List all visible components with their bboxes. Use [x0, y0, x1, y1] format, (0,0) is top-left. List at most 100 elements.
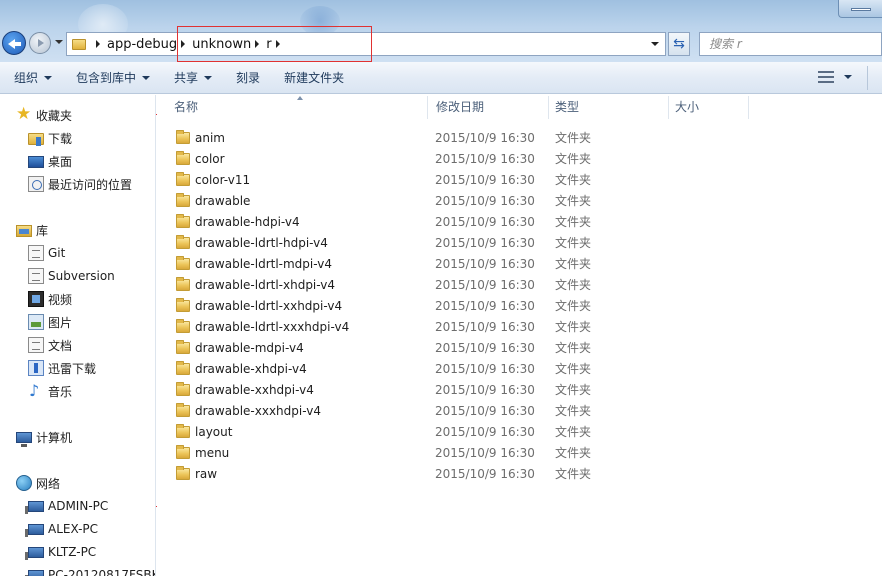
- file-type: 文件夹: [555, 131, 592, 145]
- sidebar-item-thunder-downloads[interactable]: 迅雷下载: [28, 357, 96, 379]
- folder-icon: [176, 193, 190, 207]
- column-header-size[interactable]: 大小: [658, 95, 738, 120]
- file-name: layout: [195, 425, 233, 439]
- music-icon: [28, 381, 44, 400]
- sidebar-item-music[interactable]: 音乐: [28, 380, 72, 402]
- table-row[interactable]: menu 2015/10/9 16:30 文件夹: [157, 443, 882, 464]
- sort-ascending-icon: [297, 96, 303, 100]
- search-input[interactable]: 搜索 r: [699, 32, 882, 56]
- file-modified-date: 2015/10/9 16:30: [435, 320, 535, 334]
- table-row[interactable]: anim 2015/10/9 16:30 文件夹: [157, 128, 882, 149]
- sidebar-item-network-host[interactable]: KLTZ-PC: [25, 541, 96, 563]
- table-row[interactable]: drawable-ldrtl-hdpi-v4 2015/10/9 16:30 文件夹: [157, 233, 882, 254]
- table-row[interactable]: color 2015/10/9 16:30 文件夹: [157, 149, 882, 170]
- folder-icon: [176, 151, 190, 165]
- table-row[interactable]: drawable-mdpi-v4 2015/10/9 16:30 文件夹: [157, 338, 882, 359]
- sidebar-item-git[interactable]: Git: [28, 242, 65, 264]
- file-modified-date: 2015/10/9 16:30: [435, 215, 535, 229]
- sidebar-item-computer[interactable]: 计算机: [16, 426, 72, 448]
- network-computer-icon: [25, 501, 44, 514]
- refresh-button[interactable]: ⇆: [668, 32, 690, 56]
- table-row[interactable]: drawable 2015/10/9 16:30 文件夹: [157, 191, 882, 212]
- sidebar-item-network[interactable]: 网络: [16, 472, 60, 494]
- desktop-icon: [28, 155, 44, 168]
- back-button[interactable]: [2, 31, 26, 55]
- table-row[interactable]: drawable-hdpi-v4 2015/10/9 16:30 文件夹: [157, 212, 882, 233]
- table-row[interactable]: color-v11 2015/10/9 16:30 文件夹: [157, 170, 882, 191]
- table-row[interactable]: drawable-xhdpi-v4 2015/10/9 16:30 文件夹: [157, 359, 882, 380]
- breadcrumb-chevron-icon[interactable]: [181, 40, 186, 48]
- file-type: 文件夹: [555, 236, 592, 250]
- sidebar-item-desktop[interactable]: 桌面: [28, 150, 72, 172]
- sidebar-item-videos[interactable]: 视频: [28, 288, 72, 310]
- column-header-modified[interactable]: 修改日期: [419, 95, 547, 120]
- picture-icon: [28, 314, 44, 330]
- view-dropdown-chevron-icon[interactable]: [844, 75, 852, 79]
- breadcrumb-item[interactable]: unknown: [192, 37, 251, 52]
- table-row[interactable]: drawable-ldrtl-xxhdpi-v4 2015/10/9 16:30 文…: [157, 296, 882, 317]
- file-modified-date: 2015/10/9 16:30: [435, 299, 535, 313]
- sidebar-item-label: 计算机: [36, 430, 73, 445]
- chevron-down-icon: [44, 75, 53, 80]
- file-name: drawable-mdpi-v4: [195, 341, 304, 355]
- folder-icon: [176, 319, 190, 333]
- command-bar: 组织 包含到库中 共享 刻录 新建文件夹: [0, 62, 882, 94]
- file-modified-date: 2015/10/9 16:30: [435, 404, 535, 418]
- sidebar-item-documents[interactable]: 文档: [28, 334, 72, 356]
- navigation-pane: 收藏夹 下载 桌面 最近访问的位置 库 Git Subversion 视频 图片…: [0, 95, 156, 576]
- sidebar-item-subversion[interactable]: Subversion: [28, 265, 115, 287]
- file-name: drawable-ldrtl-hdpi-v4: [195, 236, 328, 250]
- table-row[interactable]: drawable-ldrtl-mdpi-v4 2015/10/9 16:30 文件夹: [157, 254, 882, 275]
- include-library-label: 包含到库中: [76, 71, 137, 85]
- breadcrumb-item[interactable]: r: [266, 37, 271, 52]
- sidebar-item-downloads[interactable]: 下载: [28, 127, 72, 149]
- breadcrumb-chevron-icon[interactable]: [275, 40, 280, 48]
- table-row[interactable]: raw 2015/10/9 16:30 文件夹: [157, 464, 882, 485]
- computer-icon: [16, 432, 32, 447]
- breadcrumb-item[interactable]: app-debug: [107, 37, 177, 52]
- organize-button[interactable]: 组织: [0, 62, 62, 93]
- sidebar-item-label: 迅雷下载: [48, 361, 97, 376]
- minimize-icon: [851, 8, 871, 11]
- view-options-icon[interactable]: [818, 70, 834, 84]
- table-row[interactable]: drawable-ldrtl-xhdpi-v4 2015/10/9 16:30 文件…: [157, 275, 882, 296]
- file-modified-date: 2015/10/9 16:30: [435, 173, 535, 187]
- breadcrumb-chevron-icon[interactable]: [255, 40, 260, 48]
- table-row[interactable]: drawable-xxxhdpi-v4 2015/10/9 16:30 文件夹: [157, 401, 882, 422]
- recent-pages-dropdown[interactable]: [55, 40, 63, 44]
- network-icon: [16, 475, 32, 491]
- file-name: drawable-ldrtl-xxhdpi-v4: [195, 299, 343, 313]
- breadcrumb-chevron-icon[interactable]: [96, 40, 100, 48]
- column-divider[interactable]: [748, 96, 749, 119]
- share-button[interactable]: 共享: [160, 62, 222, 93]
- folder-icon: [176, 445, 190, 459]
- minimize-button[interactable]: [838, 0, 882, 18]
- sidebar-item-libraries[interactable]: 库: [16, 219, 48, 241]
- forward-button[interactable]: [29, 32, 51, 54]
- folder-icon: [176, 382, 190, 396]
- sidebar-item-recent-places[interactable]: 最近访问的位置: [28, 173, 132, 195]
- file-type: 文件夹: [555, 467, 592, 481]
- folder-icon: [176, 256, 190, 270]
- folder-icon: [176, 277, 190, 291]
- column-header-name[interactable]: 名称: [157, 95, 427, 120]
- sidebar-item-network-host[interactable]: ADMIN-PC: [25, 495, 108, 517]
- column-header-type[interactable]: 类型: [538, 95, 658, 120]
- address-bar[interactable]: app-debug unknown r: [66, 32, 666, 56]
- sidebar-item-label: 文档: [48, 338, 73, 353]
- sidebar-item-pictures[interactable]: 图片: [28, 311, 72, 333]
- table-row[interactable]: drawable-ldrtl-xxxhdpi-v4 2015/10/9 16:30…: [157, 317, 882, 338]
- new-folder-button[interactable]: 新建文件夹: [270, 62, 354, 93]
- chevron-down-icon: [142, 75, 151, 80]
- sidebar-item-network-host[interactable]: ALEX-PC: [25, 518, 98, 540]
- file-modified-date: 2015/10/9 16:30: [435, 446, 535, 460]
- burn-button[interactable]: 刻录: [222, 62, 270, 93]
- table-row[interactable]: drawable-xxhdpi-v4 2015/10/9 16:30 文件夹: [157, 380, 882, 401]
- sidebar-item-network-host[interactable]: PC-20120817FSBK: [25, 564, 155, 576]
- address-history-dropdown[interactable]: [651, 42, 659, 46]
- file-name: drawable-xxxhdpi-v4: [195, 404, 321, 418]
- include-in-library-button[interactable]: 包含到库中: [62, 62, 160, 93]
- sidebar-item-favorites[interactable]: 收藏夹: [16, 104, 72, 126]
- file-type: 文件夹: [555, 341, 592, 355]
- table-row[interactable]: layout 2015/10/9 16:30 文件夹: [157, 422, 882, 443]
